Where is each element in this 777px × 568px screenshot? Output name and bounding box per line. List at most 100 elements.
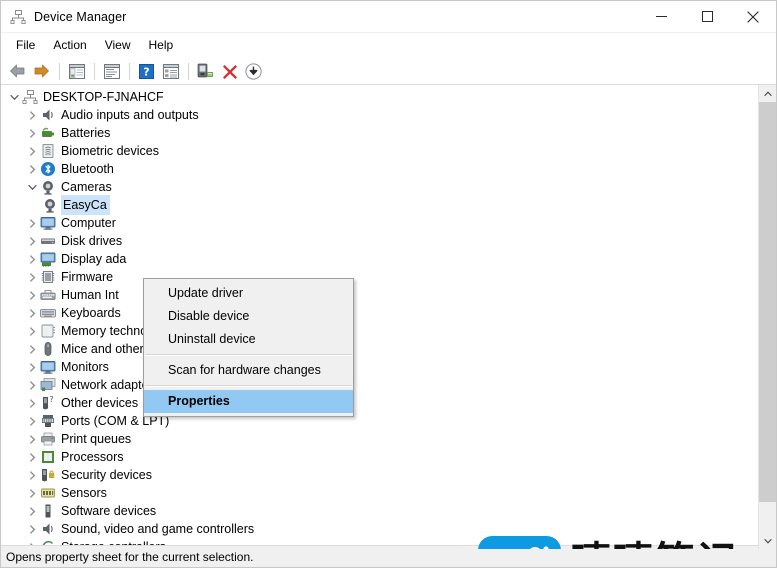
- chevron-right-icon[interactable]: [24, 304, 40, 322]
- tree-node-label: Biometric devices: [61, 144, 159, 158]
- tree-node-human-interface-devices[interactable]: Human Int: [1, 286, 756, 304]
- chevron-right-icon[interactable]: [24, 502, 40, 520]
- tree-node-root[interactable]: DESKTOP-FJNAHCF: [1, 88, 756, 106]
- titlebar: Device Manager: [1, 1, 776, 33]
- chevron-down-icon[interactable]: [24, 178, 40, 196]
- vertical-scrollbar[interactable]: [758, 85, 776, 549]
- chevron-right-icon[interactable]: [24, 214, 40, 232]
- chevron-right-icon[interactable]: [24, 268, 40, 286]
- help-icon[interactable]: ?: [135, 60, 158, 82]
- tree-node-label: DESKTOP-FJNAHCF: [43, 90, 164, 104]
- tree-node-display-adapters[interactable]: Display ada: [1, 250, 756, 268]
- tree-node-label: Audio inputs and outputs: [61, 108, 199, 122]
- chevron-right-icon[interactable]: [24, 394, 40, 412]
- tree-node-security-devices[interactable]: Security devices: [1, 466, 756, 484]
- forward-icon[interactable]: [30, 60, 53, 82]
- chevron-right-icon[interactable]: [24, 448, 40, 466]
- scroll-up-button[interactable]: [759, 85, 776, 102]
- tree-node-keyboards[interactable]: Keyboards: [1, 304, 756, 322]
- back-icon[interactable]: [6, 60, 29, 82]
- context-menu-item-disable-device[interactable]: Disable device: [144, 305, 353, 328]
- chevron-down-icon[interactable]: [6, 88, 22, 106]
- chevron-right-icon[interactable]: [24, 250, 40, 268]
- sensor-icon: [40, 485, 56, 501]
- maximize-button[interactable]: [684, 1, 730, 32]
- context-menu-item-properties[interactable]: Properties: [144, 390, 353, 413]
- chevron-right-icon[interactable]: [24, 322, 40, 340]
- device-tree: DESKTOP-FJNAHCF Audio inputs and outputs: [1, 85, 756, 549]
- toolbar-separator: [129, 62, 130, 80]
- speaker-icon: [40, 521, 56, 537]
- chevron-right-icon[interactable]: [24, 430, 40, 448]
- tree-node-other-devices[interactable]: ? Other devices: [1, 394, 756, 412]
- tree-node-memory-technology-devices[interactable]: Memory technology devices: [1, 322, 756, 340]
- tree-node-label: Sound, video and game controllers: [61, 522, 255, 536]
- tree-node-monitors[interactable]: Monitors: [1, 358, 756, 376]
- chevron-right-icon[interactable]: [24, 376, 40, 394]
- tree-node-label: Monitors: [61, 360, 109, 374]
- tree-node-label: Display ada: [61, 252, 127, 266]
- show-hide-console-tree-icon[interactable]: [65, 60, 88, 82]
- update-driver-icon[interactable]: [194, 60, 217, 82]
- chevron-right-icon[interactable]: [24, 286, 40, 304]
- tree-node-label: Print queues: [61, 432, 132, 446]
- tree-node-bluetooth[interactable]: Bluetooth: [1, 160, 756, 178]
- tree-node-sensors[interactable]: Sensors: [1, 484, 756, 502]
- chevron-right-icon[interactable]: [24, 412, 40, 430]
- minimize-button[interactable]: [638, 1, 684, 32]
- tree-node-software-devices[interactable]: Software devices: [1, 502, 756, 520]
- tree-node-computer[interactable]: Computer: [1, 214, 756, 232]
- context-menu-item-update-driver[interactable]: Update driver: [144, 282, 353, 305]
- camera-icon: [40, 179, 56, 195]
- context-menu: Update driver Disable device Uninstall d…: [143, 278, 354, 417]
- tree-node-easycamera[interactable]: EasyCa: [1, 195, 756, 215]
- tree-node-print-queues[interactable]: Print queues: [1, 430, 756, 448]
- scan-hardware-changes-icon[interactable]: [242, 60, 265, 82]
- menu-action[interactable]: Action: [44, 35, 95, 56]
- scrollbar-thumb[interactable]: [759, 102, 776, 502]
- list-view-icon[interactable]: [159, 60, 182, 82]
- tree-node-audio-inputs-and-outputs[interactable]: Audio inputs and outputs: [1, 106, 756, 124]
- tree-node-ports[interactable]: Ports (COM & LPT): [1, 412, 756, 430]
- chevron-right-icon[interactable]: [24, 124, 40, 142]
- scroll-down-button[interactable]: [759, 532, 776, 549]
- monitor-icon: [40, 215, 56, 231]
- menu-file[interactable]: File: [7, 35, 44, 56]
- tree-node-mice-and-other-pointing-devices[interactable]: Mice and other pointing devices: [1, 340, 756, 358]
- keyboard-icon: [40, 305, 56, 321]
- chevron-right-icon[interactable]: [24, 484, 40, 502]
- window-controls: [638, 1, 776, 32]
- chevron-right-icon[interactable]: [24, 106, 40, 124]
- tree-node-label: Processors: [61, 450, 124, 464]
- fingerprint-icon: [40, 143, 56, 159]
- chevron-right-icon[interactable]: [24, 358, 40, 376]
- chevron-right-icon[interactable]: [24, 466, 40, 484]
- properties-icon[interactable]: [100, 60, 123, 82]
- close-button[interactable]: [730, 1, 776, 32]
- hid-icon: [40, 287, 56, 303]
- chevron-right-icon[interactable]: [24, 160, 40, 178]
- menu-view[interactable]: View: [96, 35, 140, 56]
- tree-node-firmware[interactable]: Firmware: [1, 268, 756, 286]
- uninstall-device-icon[interactable]: [218, 60, 241, 82]
- chevron-right-icon[interactable]: [24, 232, 40, 250]
- tree-node-batteries[interactable]: Batteries: [1, 124, 756, 142]
- context-menu-item-uninstall-device[interactable]: Uninstall device: [144, 328, 353, 351]
- tree-node-label: Bluetooth: [61, 162, 114, 176]
- tree-node-processors[interactable]: Processors: [1, 448, 756, 466]
- chevron-right-icon[interactable]: [24, 340, 40, 358]
- context-menu-item-scan-for-hardware-changes[interactable]: Scan for hardware changes: [144, 359, 353, 382]
- firmware-icon: [40, 269, 56, 285]
- tree-node-network-adapters[interactable]: Network adapters: [1, 376, 756, 394]
- battery-icon: [40, 125, 56, 141]
- software-device-icon: [40, 503, 56, 519]
- menu-help[interactable]: Help: [140, 35, 183, 56]
- chevron-right-icon[interactable]: [24, 520, 40, 538]
- tree-node-biometric-devices[interactable]: Biometric devices: [1, 142, 756, 160]
- chevron-right-icon[interactable]: [24, 142, 40, 160]
- tree-node-cameras[interactable]: Cameras: [1, 178, 756, 196]
- tree-node-label: EasyCa: [61, 195, 110, 215]
- tree-node-sound-video-and-game-controllers[interactable]: Sound, video and game controllers: [1, 520, 756, 538]
- tree-node-disk-drives[interactable]: Disk drives: [1, 232, 756, 250]
- menubar: File Action View Help: [1, 33, 776, 58]
